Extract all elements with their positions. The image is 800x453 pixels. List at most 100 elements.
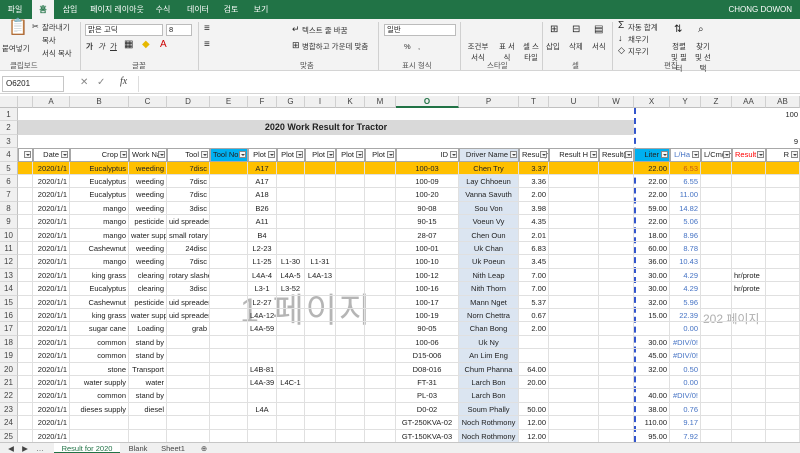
font-name-select[interactable]: 맑은 고딕: [85, 24, 163, 36]
table-cell[interactable]: [732, 188, 766, 202]
table-cell[interactable]: An Lim Eng: [459, 349, 519, 363]
table-cell[interactable]: [634, 322, 670, 336]
table-cell[interactable]: [365, 282, 396, 296]
table-cell[interactable]: [365, 242, 396, 256]
table-cell[interactable]: 110.00: [634, 416, 670, 430]
table-cell[interactable]: [701, 309, 732, 323]
table-cell[interactable]: pesticide: [129, 295, 167, 309]
table-cell[interactable]: 40.00: [634, 389, 670, 403]
table-cell[interactable]: L4A-5: [277, 268, 305, 283]
table-cell[interactable]: [766, 268, 800, 283]
table-cell[interactable]: clearing: [129, 282, 167, 296]
table-cell[interactable]: [549, 175, 599, 189]
add-sheet-icon[interactable]: ⊕: [198, 443, 210, 453]
table-cell[interactable]: 6.83: [519, 242, 549, 256]
table-cell[interactable]: 8.96: [670, 228, 701, 242]
column-header-W[interactable]: W: [599, 96, 634, 108]
row-header-1[interactable]: 1: [0, 108, 18, 122]
table-cell[interactable]: diesel: [129, 402, 167, 417]
table-cell[interactable]: [277, 188, 305, 202]
table-cell[interactable]: 2020/1/1: [33, 282, 70, 296]
row-header-20[interactable]: 20: [0, 362, 18, 376]
table-cell[interactable]: [277, 362, 305, 376]
fill-button[interactable]: 채우기: [628, 34, 649, 45]
table-cell[interactable]: [336, 215, 365, 229]
table-cell[interactable]: common: [70, 389, 129, 403]
table-cell[interactable]: 90-15: [396, 215, 459, 229]
table-cell[interactable]: 100-17: [396, 295, 459, 309]
table-cell[interactable]: [766, 429, 800, 442]
table-cell[interactable]: 100-12: [396, 268, 459, 283]
table-cell[interactable]: 100-10: [396, 255, 459, 269]
table-cell[interactable]: [336, 188, 365, 202]
table-cell[interactable]: [365, 322, 396, 336]
row-header-16[interactable]: 16: [0, 309, 18, 323]
header-cell[interactable]: Plot: [336, 148, 365, 162]
table-cell[interactable]: [732, 175, 766, 189]
table-cell[interactable]: [210, 362, 248, 376]
table-cell[interactable]: [599, 161, 634, 175]
table-cell[interactable]: [549, 349, 599, 363]
table-cell[interactable]: 2020/1/1: [33, 188, 70, 202]
table-cell[interactable]: 3.45: [519, 255, 549, 269]
table-cell[interactable]: 5.96: [670, 295, 701, 309]
table-cell[interactable]: 20.00: [519, 376, 549, 390]
table-cell[interactable]: mango: [70, 215, 129, 229]
table-cell[interactable]: [305, 416, 336, 430]
table-cell[interactable]: [18, 215, 33, 229]
filter-dropdown-icon[interactable]: [791, 151, 798, 159]
table-cell[interactable]: [599, 376, 634, 390]
table-cell[interactable]: 2020/1/1: [33, 242, 70, 256]
table-cell[interactable]: 7disc: [167, 175, 210, 189]
column-header-G[interactable]: G: [277, 96, 305, 108]
header-cell[interactable]: [18, 148, 33, 162]
table-cell[interactable]: [365, 255, 396, 269]
table-cell[interactable]: [18, 362, 33, 376]
table-cell[interactable]: stand by: [129, 335, 167, 350]
table-cell[interactable]: [549, 268, 599, 283]
table-cell[interactable]: 5.06: [670, 215, 701, 229]
table-cell[interactable]: [701, 322, 732, 336]
table-cell[interactable]: [732, 228, 766, 242]
row-header-8[interactable]: 8: [0, 201, 18, 216]
table-cell[interactable]: 2020/1/1: [33, 376, 70, 390]
table-cell[interactable]: 2020/1/1: [33, 295, 70, 309]
table-cell[interactable]: [365, 228, 396, 242]
table-cell[interactable]: L2-23: [248, 242, 277, 256]
table-cell[interactable]: Sou Von: [459, 201, 519, 216]
formula-input[interactable]: [138, 76, 798, 92]
table-cell[interactable]: [18, 335, 33, 350]
column-header-A-first[interactable]: [18, 96, 33, 108]
row-header-7[interactable]: 7: [0, 188, 18, 202]
table-cell[interactable]: [248, 335, 277, 350]
table-cell[interactable]: [305, 295, 336, 309]
table-cell[interactable]: [766, 335, 800, 350]
table-cell[interactable]: 59.00: [634, 201, 670, 216]
font-color-icon[interactable]: A: [160, 40, 167, 50]
table-cell[interactable]: [634, 376, 670, 390]
table-cell[interactable]: 2020/1/1: [33, 335, 70, 350]
table-cell[interactable]: 14.82: [670, 201, 701, 216]
table-cell[interactable]: [766, 295, 800, 309]
table-cell[interactable]: Uk Ny: [459, 335, 519, 350]
table-cell[interactable]: Lay Chhoeun: [459, 175, 519, 189]
table-cell[interactable]: L1-25: [248, 255, 277, 269]
table-cell[interactable]: [599, 282, 634, 296]
table-cell[interactable]: [599, 268, 634, 283]
table-cell[interactable]: [732, 389, 766, 403]
table-cell[interactable]: Vanna Savuth: [459, 188, 519, 202]
comma-button[interactable]: ,: [418, 42, 420, 51]
table-cell[interactable]: [167, 362, 210, 376]
table-cell[interactable]: king grass: [70, 268, 129, 283]
table-cell[interactable]: [18, 268, 33, 283]
number-format-select[interactable]: 일반: [384, 24, 456, 36]
format-button[interactable]: 서식: [592, 41, 606, 52]
table-cell[interactable]: Voeun Vy: [459, 215, 519, 229]
row-header-6[interactable]: 6: [0, 175, 18, 189]
sheet-tab-sheet1[interactable]: Sheet1: [156, 443, 190, 453]
table-cell[interactable]: [336, 376, 365, 390]
row-header-17[interactable]: 17: [0, 322, 18, 336]
table-cell[interactable]: [701, 429, 732, 442]
table-cell[interactable]: [549, 255, 599, 269]
table-cell[interactable]: [549, 161, 599, 175]
